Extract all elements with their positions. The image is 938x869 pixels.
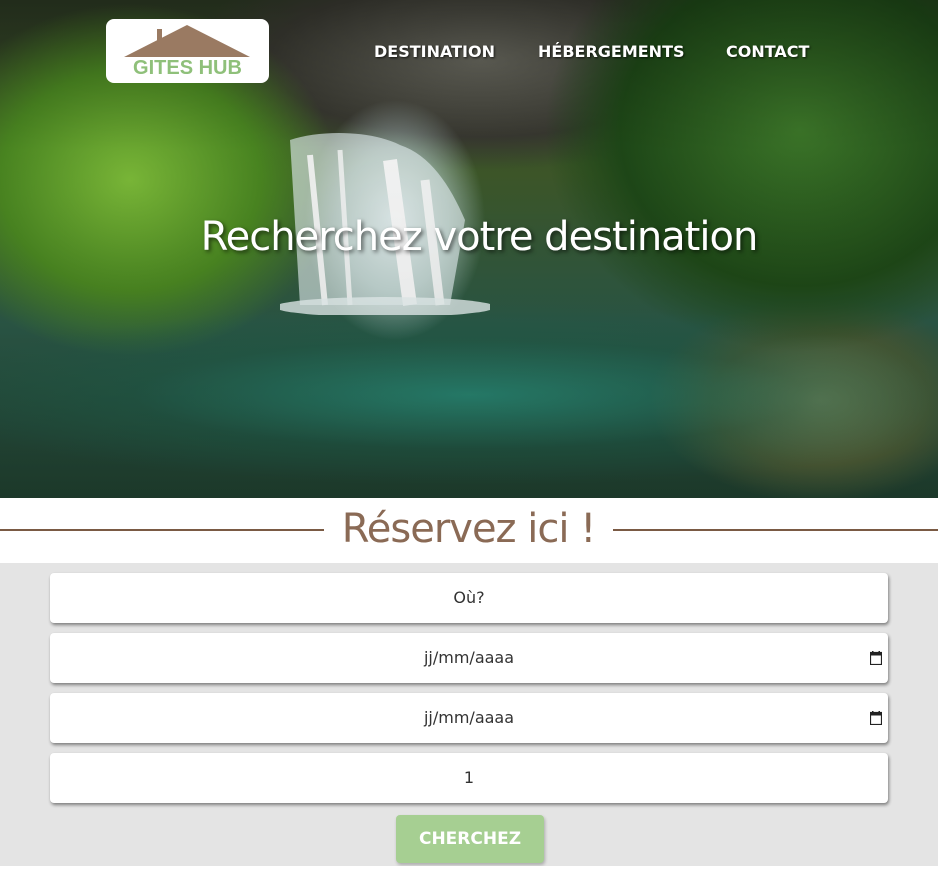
booking-form: Où? jj/mm/aaaa jj/mm/aaaa 1 CHERCHEZ <box>0 563 938 866</box>
divider-right <box>613 529 938 531</box>
nav-destination[interactable]: DESTINATION <box>374 42 495 61</box>
destination-input[interactable]: Où? <box>50 573 888 623</box>
reserve-section-header: Réservez ici ! <box>0 498 938 563</box>
start-date-input[interactable]: jj/mm/aaaa <box>50 633 888 683</box>
calendar-icon[interactable] <box>870 711 882 725</box>
hero-title: Recherchez votre destination <box>200 214 759 260</box>
destination-placeholder: Où? <box>453 588 485 607</box>
search-button[interactable]: CHERCHEZ <box>396 815 544 863</box>
reserve-title: Réservez ici ! <box>341 506 596 552</box>
end-date-input[interactable]: jj/mm/aaaa <box>50 693 888 743</box>
nav-hebergements[interactable]: HÉBERGEMENTS <box>538 42 685 61</box>
guests-value: 1 <box>463 768 475 787</box>
divider-left <box>0 529 324 531</box>
calendar-icon[interactable] <box>870 651 882 665</box>
start-date-value: jj/mm/aaaa <box>423 648 515 667</box>
logo-text: GITES HUB <box>133 57 242 79</box>
hero-banner: GITES HUB DESTINATION HÉBERGEMENTS CONTA… <box>0 0 938 498</box>
end-date-value: jj/mm/aaaa <box>423 708 515 727</box>
guests-input[interactable]: 1 <box>50 753 888 803</box>
nav-contact[interactable]: CONTACT <box>726 42 809 61</box>
site-logo[interactable]: GITES HUB <box>106 19 269 83</box>
